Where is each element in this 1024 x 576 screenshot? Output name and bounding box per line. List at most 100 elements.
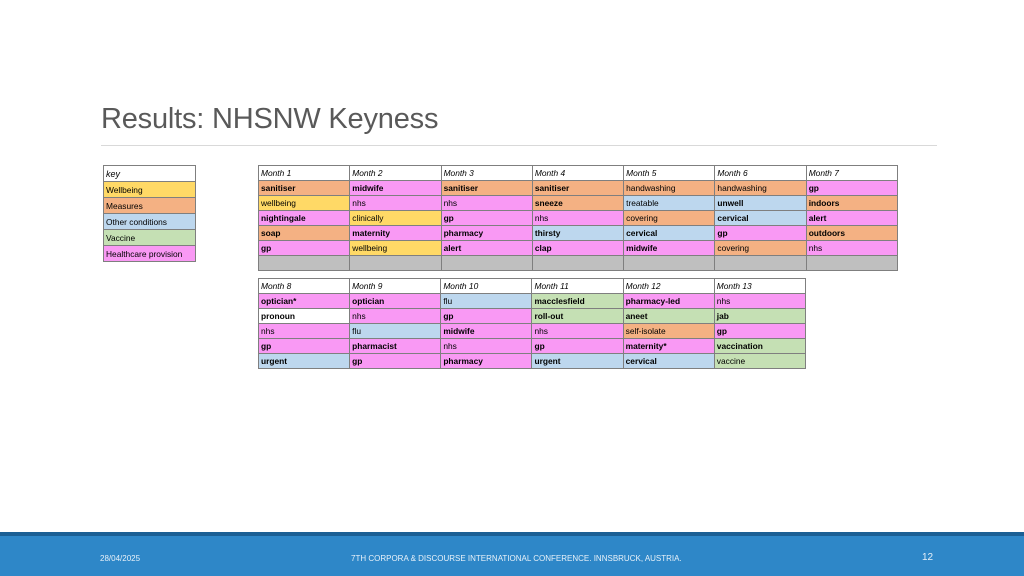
footer-accent-strip xyxy=(0,532,1024,536)
keyword-cell: midwife xyxy=(623,240,716,256)
month-header: Month 5 xyxy=(623,165,716,181)
slide-title: Results: NHSNW Keyness xyxy=(101,103,439,135)
month-header: Month 3 xyxy=(440,165,533,181)
keyword-row: urgent gp pharmacy urgent cervical vaccine xyxy=(257,353,807,369)
keyword-cell: optician* xyxy=(257,293,351,309)
keyword-cell: nhs xyxy=(440,338,533,354)
key-item: Vaccine xyxy=(103,229,196,246)
key-item: Healthcare provision xyxy=(103,245,196,262)
key-row: Healthcare provision xyxy=(103,245,196,262)
separator-cell xyxy=(349,255,442,271)
keyword-cell: gp xyxy=(531,338,624,354)
keyword-cell: sanitiser xyxy=(440,180,533,196)
keyword-cell: gp xyxy=(257,338,351,354)
keyword-row: gp wellbeing alert clap midwife covering nhs xyxy=(257,240,899,256)
keyword-cell: nhs xyxy=(805,240,899,256)
keyword-row: nightingale clinically gp nhs covering cervic… xyxy=(257,210,899,226)
keyword-cell: midwife xyxy=(440,323,533,339)
keyword-cell: covering xyxy=(623,210,716,226)
keyword-cell: outdoors xyxy=(805,225,899,241)
keyword-cell: pronoun xyxy=(257,308,351,324)
keyword-row: wellbeing nhs nhs sneeze treatable unwell indo… xyxy=(257,195,899,211)
keyword-cell: nhs xyxy=(257,323,351,339)
title-divider xyxy=(101,145,937,146)
month-header: Month 11 xyxy=(531,278,624,294)
separator-cell xyxy=(440,255,533,271)
separator-cell xyxy=(805,255,899,271)
keyword-cell: soap xyxy=(257,225,351,241)
keyword-cell: optician xyxy=(349,293,442,309)
key-heading: key xyxy=(103,165,196,182)
key-item: Other conditions xyxy=(103,213,196,230)
keyword-cell: gp xyxy=(714,225,807,241)
keyword-cell: maternity* xyxy=(622,338,715,354)
separator-cell xyxy=(257,255,351,271)
month-header: Month 8 xyxy=(257,278,351,294)
keyword-cell: thirsty xyxy=(531,225,625,241)
keyword-cell: maternity xyxy=(349,225,442,241)
separator-cell xyxy=(714,255,807,271)
month-header: Month 13 xyxy=(713,278,807,294)
separator-cell xyxy=(623,255,716,271)
keyword-row: pronoun nhs gp roll-out aneet jab xyxy=(257,308,807,324)
keyword-cell: macclesfield xyxy=(531,293,624,309)
keyword-cell: treatable xyxy=(623,195,716,211)
keyword-cell: gp xyxy=(805,180,899,196)
keyword-cell: clinically xyxy=(349,210,442,226)
month-header-row: Month 1 Month 2 Month 3 Month 4 Month 5 Month… xyxy=(257,165,899,181)
month-header: Month 2 xyxy=(349,165,442,181)
month-header: Month 6 xyxy=(714,165,807,181)
month-header: Month 12 xyxy=(622,278,715,294)
keyword-cell: nhs xyxy=(531,210,625,226)
page-number: 12 xyxy=(922,552,934,563)
keyword-cell: jab xyxy=(713,308,807,324)
keyword-cell: wellbeing xyxy=(349,240,442,256)
key-row: Other conditions xyxy=(103,213,196,230)
keyword-cell: gp xyxy=(257,240,351,256)
keyword-cell: sanitiser xyxy=(257,180,351,196)
key-legend-table: key Wellbeing Measures Other conditions Vacc… xyxy=(103,165,196,262)
keyword-cell: nhs xyxy=(349,308,442,324)
keyword-row: optician* optician flu macclesfield pharmacy… xyxy=(257,293,807,309)
keyword-row: sanitiser midwife sanitiser sanitiser handwa… xyxy=(257,180,899,196)
month-header-row: Month 8 Month 9 Month 10 Month 11 Month 12 Mo… xyxy=(257,278,807,294)
keyword-cell: urgent xyxy=(257,353,351,369)
keyword-cell: sanitiser xyxy=(531,180,625,196)
keyword-cell: nightingale xyxy=(257,210,351,226)
key-row: Measures xyxy=(103,197,196,214)
separator-row xyxy=(257,255,899,271)
month-header: Month 9 xyxy=(349,278,442,294)
month-header: Month 4 xyxy=(531,165,625,181)
keyword-cell: gp xyxy=(349,353,442,369)
keyword-cell: self-isolate xyxy=(622,323,715,339)
keyword-cell: sneeze xyxy=(531,195,625,211)
keyword-cell: covering xyxy=(714,240,807,256)
keyword-cell: alert xyxy=(440,240,533,256)
keyword-row: soap maternity pharmacy thirsty cervical gp ou… xyxy=(257,225,899,241)
months-8-13-table: Month 8 Month 9 Month 10 Month 11 Month 12 Mo… xyxy=(257,278,807,369)
keyword-cell: pharmacy-led xyxy=(622,293,715,309)
keyword-row: gp pharmacist nhs gp maternity* vaccination xyxy=(257,338,807,354)
keyword-cell: unwell xyxy=(714,195,807,211)
month-header: Month 1 xyxy=(257,165,351,181)
keyword-cell: nhs xyxy=(531,323,624,339)
keyword-cell: cervical xyxy=(714,210,807,226)
key-row: Wellbeing xyxy=(103,181,196,198)
keyword-cell: roll-out xyxy=(531,308,624,324)
keyword-cell: midwife xyxy=(349,180,442,196)
slide-footer: 28/04/2025 7TH CORPORA & DISCOURSE INTER… xyxy=(0,532,1024,576)
month-header: Month 10 xyxy=(440,278,533,294)
keyword-cell: vaccination xyxy=(713,338,807,354)
keyword-cell: aneet xyxy=(622,308,715,324)
keyword-cell: urgent xyxy=(531,353,624,369)
keyword-cell: indoors xyxy=(805,195,899,211)
keyword-cell: pharmacy xyxy=(440,353,533,369)
key-row: Vaccine xyxy=(103,229,196,246)
keyword-cell: gp xyxy=(440,210,533,226)
keyword-row: nhs flu midwife nhs self-isolate gp xyxy=(257,323,807,339)
key-item: Measures xyxy=(103,197,196,214)
keyword-cell: clap xyxy=(531,240,625,256)
keyword-cell: nhs xyxy=(349,195,442,211)
keyword-cell: alert xyxy=(805,210,899,226)
key-item: Wellbeing xyxy=(103,181,196,198)
